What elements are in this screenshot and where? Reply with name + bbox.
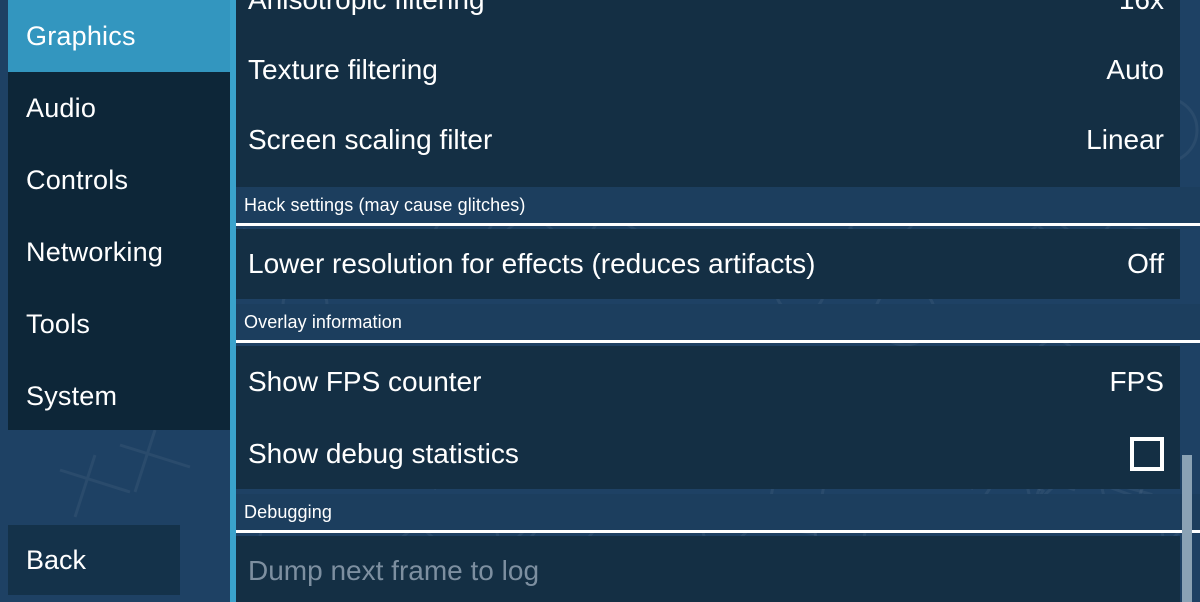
sidebar-content-divider (230, 0, 236, 602)
sidebar: Graphics Audio Controls Networking Tools… (0, 0, 230, 602)
setting-value: Linear (1086, 124, 1164, 155)
sidebar-item-controls[interactable]: Controls (8, 144, 230, 216)
sidebar-item-networking[interactable]: Networking (8, 216, 230, 288)
scrollbar-thumb[interactable] (1182, 455, 1192, 602)
sidebar-item-graphics[interactable]: Graphics (8, 0, 230, 72)
section-header-label: Overlay information (244, 311, 402, 332)
sidebar-item-label: Graphics (26, 20, 136, 51)
settings-content: Anisotropic filtering 16x Texture filter… (236, 0, 1200, 602)
setting-label: Anisotropic filtering (248, 0, 485, 16)
setting-label: Dump next frame to log (248, 555, 540, 586)
graphics-options-panel: Anisotropic filtering 16x Texture filter… (236, 0, 1180, 187)
setting-row-show-debug-statistics[interactable]: Show debug statistics (236, 418, 1180, 489)
setting-value: Off (1127, 248, 1164, 279)
setting-row-screen-scaling-filter[interactable]: Screen scaling filter Linear (236, 105, 1180, 175)
setting-row-show-fps-counter[interactable]: Show FPS counter FPS (236, 346, 1180, 418)
setting-label: Show FPS counter (248, 366, 482, 397)
sidebar-item-audio[interactable]: Audio (8, 72, 230, 144)
back-button-label: Back (26, 544, 87, 575)
debugging-panel: Dump next frame to log (236, 536, 1180, 602)
section-header-debugging: Debugging (236, 494, 1200, 533)
setting-value: 16x (1099, 0, 1164, 16)
setting-value: Auto (1106, 54, 1164, 85)
overlay-information-panel: Show FPS counter FPS Show debug statisti… (236, 346, 1180, 489)
setting-row-lower-resolution-for-effects[interactable]: Lower resolution for effects (reduces ar… (236, 229, 1180, 299)
checkbox-show-debug-statistics[interactable] (1130, 436, 1164, 471)
sidebar-item-tools[interactable]: Tools (8, 288, 230, 360)
section-header-label: Hack settings (may cause glitches) (244, 194, 526, 215)
sidebar-item-label: System (26, 380, 118, 411)
sidebar-item-system[interactable]: System (8, 360, 230, 430)
sidebar-item-label: Controls (26, 164, 129, 195)
sidebar-item-label: Networking (26, 236, 164, 267)
sidebar-item-label: Tools (26, 308, 91, 339)
hack-settings-panel: Lower resolution for effects (reduces ar… (236, 229, 1180, 299)
setting-label: Texture filtering (248, 54, 438, 85)
section-header-hack-settings: Hack settings (may cause glitches) (236, 187, 1200, 226)
section-header-label: Debugging (244, 501, 332, 522)
setting-label: Lower resolution for effects (reduces ar… (248, 248, 816, 279)
setting-label: Show debug statistics (248, 437, 519, 469)
setting-row-dump-next-frame-to-log: Dump next frame to log (236, 536, 1180, 602)
setting-label: Screen scaling filter (248, 124, 493, 155)
settings-screen: Graphics Audio Controls Networking Tools… (0, 0, 1200, 602)
setting-row-texture-filtering[interactable]: Texture filtering Auto (236, 35, 1180, 105)
sidebar-tab-list: Graphics Audio Controls Networking Tools… (8, 0, 230, 430)
section-header-overlay-information: Overlay information (236, 304, 1200, 343)
sidebar-item-label: Audio (26, 92, 97, 123)
setting-value: FPS (1109, 366, 1164, 397)
back-button[interactable]: Back (8, 525, 180, 595)
setting-row-anisotropic-filtering[interactable]: Anisotropic filtering 16x (236, 0, 1180, 35)
